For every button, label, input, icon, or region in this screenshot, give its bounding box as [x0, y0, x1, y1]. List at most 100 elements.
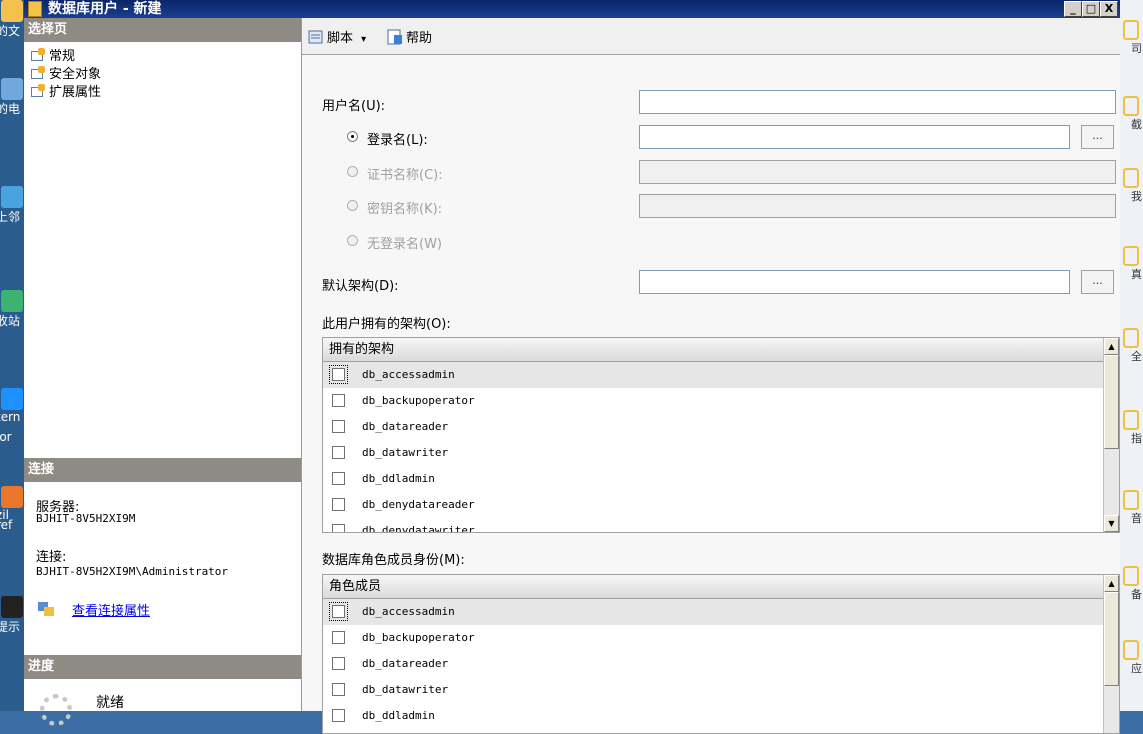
username-input[interactable] — [639, 90, 1116, 114]
desktop-icon[interactable]: 上邻 — [0, 186, 24, 225]
login-name-input[interactable] — [639, 125, 1070, 149]
default-schema-browse-button[interactable]: ... — [1081, 270, 1114, 294]
close-button[interactable]: X — [1100, 1, 1118, 17]
row-checkbox[interactable] — [329, 602, 348, 621]
sidebar-shortcut[interactable]: 音 — [1123, 490, 1142, 526]
owned-schemas-column-header[interactable]: 拥有的架构 — [323, 338, 1119, 362]
scroll-up-icon[interactable]: ▲ — [1104, 575, 1119, 592]
row-checkbox[interactable] — [332, 524, 345, 532]
general-page-content: 用户名(U): 登录名(L): ... 证书名称(C): 密钥名称(K): 无登… — [302, 55, 1120, 734]
desktop-icon-label: 提示 — [0, 620, 21, 634]
certificate-name-radio[interactable] — [347, 166, 358, 177]
desktop-icon[interactable]: ref — [0, 518, 24, 532]
key-name-radio[interactable] — [347, 200, 358, 211]
sidebar-shortcut[interactable]: 备 — [1123, 566, 1142, 602]
help-label: 帮助 — [406, 31, 433, 46]
page-item[interactable]: 安全对象 — [30, 66, 101, 82]
row-checkbox[interactable] — [332, 420, 345, 433]
table-row[interactable]: db_ddladmin — [323, 703, 1119, 729]
sidebar-shortcut[interactable]: 应 — [1123, 640, 1142, 676]
table-row[interactable]: db_ddladmin — [323, 466, 1119, 492]
select-page-header: 选择页 — [24, 18, 301, 42]
row-checkbox[interactable] — [332, 498, 345, 511]
owned-schemas-grid: 拥有的架构 db_accessadmin db_backupoperator db_… — [322, 337, 1120, 533]
desktop-icon[interactable]: 收站 — [0, 290, 24, 329]
view-connection-properties-link[interactable]: 查看连接属性 — [72, 600, 150, 619]
sidebar-shortcut[interactable]: 我 — [1123, 168, 1142, 204]
desktop-icon[interactable]: 的文 — [0, 0, 24, 39]
connection-properties-icon — [38, 602, 54, 616]
table-row[interactable]: db_backupoperator — [323, 388, 1119, 414]
table-row[interactable]: db_datawriter — [323, 677, 1119, 703]
scroll-up-icon[interactable]: ▲ — [1104, 338, 1119, 355]
shortcut-label: 司 — [1131, 42, 1142, 55]
desktop-left-strip: 的文的电上邻收站 tern lor zilref 提示 — [0, 0, 24, 711]
sidebar-shortcut[interactable]: 指 — [1123, 410, 1142, 446]
table-row[interactable]: db_datawriter — [323, 440, 1119, 466]
chevron-down-icon[interactable]: ▾ — [361, 34, 366, 45]
page-item[interactable]: 扩展属性 — [30, 84, 101, 100]
new-database-user-dialog: 数据库用户 - 新建 _ □ X 选择页 常规 安全对象 扩展属性 连接 服务器: … — [24, 0, 1120, 734]
page-item-label: 扩展属性 — [49, 85, 102, 100]
desktop-icon-label: 上邻 — [0, 210, 21, 224]
shortcut-icon — [1123, 20, 1139, 40]
table-row[interactable]: db_accessadmin — [323, 362, 1119, 388]
page-item[interactable]: 常规 — [30, 48, 75, 64]
page-extended-properties-icon — [30, 84, 46, 98]
login-name-browse-button[interactable]: ... — [1081, 125, 1114, 149]
desktop-icon[interactable]: 提示 — [0, 596, 24, 635]
sidebar-shortcut[interactable]: 截 — [1123, 96, 1142, 132]
without-login-radio[interactable] — [347, 235, 358, 246]
progress-status: 就绪 — [96, 695, 124, 711]
desktop-icon[interactable]: zil — [0, 486, 24, 522]
row-checkbox[interactable] — [332, 657, 345, 670]
table-row[interactable]: db_accessadmin — [323, 599, 1119, 625]
desktop-shortcut-icon — [1, 186, 23, 208]
role-membership-scrollbar[interactable]: ▲ — [1103, 575, 1119, 733]
maximize-button[interactable]: □ — [1082, 1, 1100, 17]
table-row[interactable]: db_denydatawriter — [323, 518, 1119, 532]
connection-header: 连接 — [24, 458, 301, 482]
table-row[interactable]: db_denydatareader — [323, 492, 1119, 518]
script-icon — [308, 29, 324, 45]
row-checkbox[interactable] — [329, 365, 348, 384]
row-name: db_datawriter — [362, 683, 449, 696]
help-button[interactable]: 帮助 — [387, 27, 432, 46]
owned-schemas-scrollbar[interactable]: ▲ ▼ — [1103, 338, 1119, 532]
desktop-shortcut-icon — [1, 486, 23, 508]
toolbar: 脚本 ▾ 帮助 — [302, 18, 1120, 55]
script-label: 脚本 — [327, 31, 354, 46]
table-row[interactable]: db_datareader — [323, 651, 1119, 677]
row-checkbox[interactable] — [332, 446, 345, 459]
row-name: db_datareader — [362, 657, 449, 670]
scroll-thumb[interactable] — [1104, 592, 1119, 686]
script-button[interactable]: 脚本 ▾ — [308, 27, 366, 46]
row-checkbox[interactable] — [332, 631, 345, 644]
default-schema-input[interactable] — [639, 270, 1070, 294]
row-checkbox[interactable] — [332, 394, 345, 407]
username-label: 用户名(U): — [322, 99, 386, 114]
login-name-radio[interactable] — [347, 131, 358, 142]
desktop-shortcut-icon — [1, 596, 23, 618]
scroll-down-icon[interactable]: ▼ — [1104, 515, 1119, 532]
desktop-icon[interactable]: lor — [0, 430, 24, 444]
title-bar[interactable]: 数据库用户 - 新建 _ □ X — [24, 0, 1120, 18]
row-checkbox[interactable] — [332, 683, 345, 696]
desktop-icon[interactable]: tern — [0, 388, 24, 424]
table-row[interactable]: db_backupoperator — [323, 625, 1119, 651]
desktop-icon-label: 收站 — [0, 314, 21, 328]
key-name-input[interactable] — [639, 194, 1116, 218]
sidebar-shortcut[interactable]: 真 — [1123, 246, 1142, 282]
desktop-icon[interactable]: 的电 — [0, 78, 24, 117]
scroll-thumb[interactable] — [1104, 355, 1119, 449]
minimize-button[interactable]: _ — [1064, 1, 1082, 17]
row-checkbox[interactable] — [332, 472, 345, 485]
role-membership-grid: 角色成员 db_accessadmin db_backupoperator db_d… — [322, 574, 1120, 734]
certificate-name-input[interactable] — [639, 160, 1116, 184]
sidebar-shortcut[interactable]: 司 — [1123, 20, 1142, 56]
shortcut-label: 应 — [1131, 662, 1142, 675]
shortcut-icon — [1123, 490, 1139, 510]
table-row[interactable]: db_datareader — [323, 414, 1119, 440]
role-members-column-header[interactable]: 角色成员 — [323, 575, 1119, 599]
sidebar-shortcut[interactable]: 全 — [1123, 328, 1142, 364]
